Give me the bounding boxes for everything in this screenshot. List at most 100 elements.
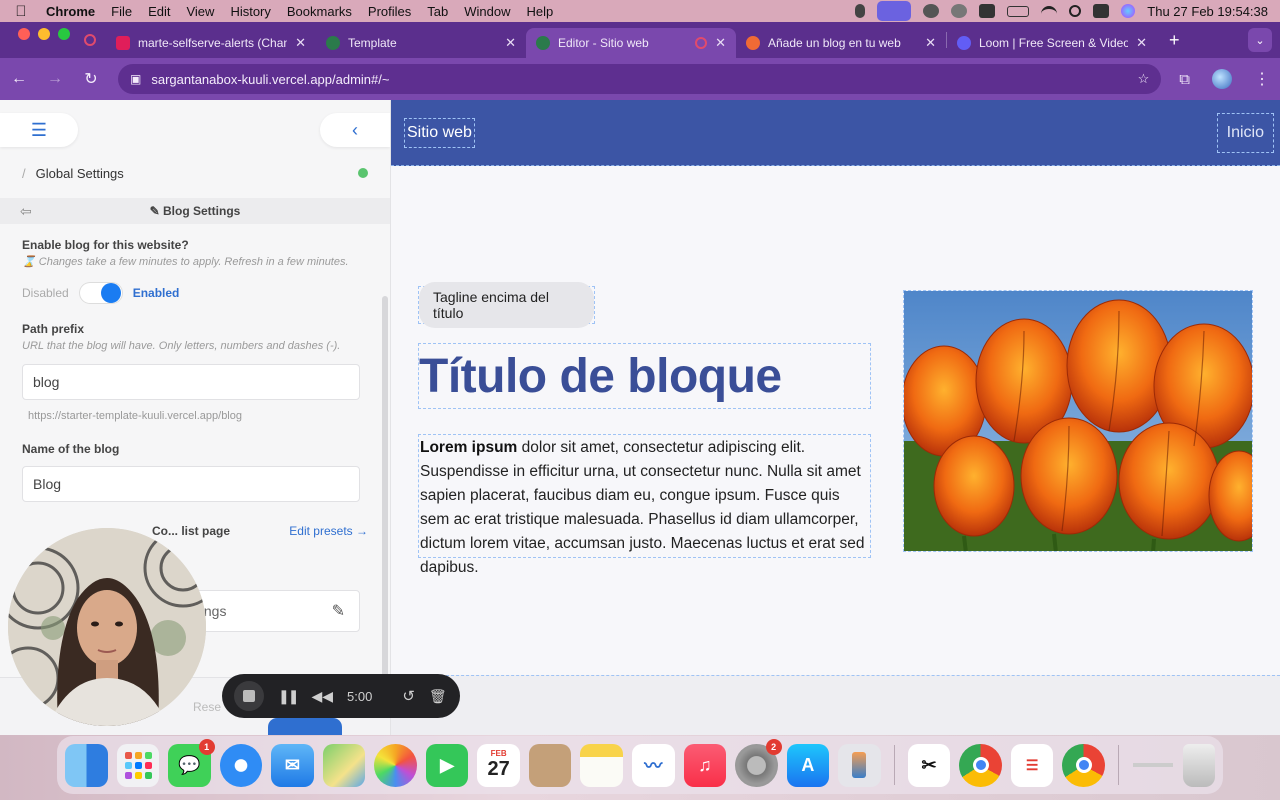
pencil-edit-icon[interactable]: ✎: [332, 601, 345, 621]
finder-icon[interactable]: [65, 743, 108, 787]
menu-file[interactable]: File: [103, 4, 140, 19]
close-window-button[interactable]: [18, 28, 30, 40]
mail-icon[interactable]: ✉: [271, 743, 314, 787]
article-favicon-icon: [746, 36, 760, 50]
tulips-image[interactable]: [903, 290, 1253, 552]
pause-icon[interactable]: ❚❚: [278, 688, 300, 705]
stop-recording-button[interactable]: [234, 681, 264, 711]
safari-icon[interactable]: [219, 743, 263, 787]
blog-name-input[interactable]: Blog: [22, 466, 360, 502]
menu-app-name[interactable]: Chrome: [42, 4, 103, 19]
recording-controls: ❚❚ ◀◀ 5:00 ↺ 🗑: [222, 674, 460, 718]
menu-help[interactable]: Help: [519, 4, 562, 19]
trash-can-icon[interactable]: [1183, 743, 1216, 787]
restart-icon[interactable]: ↺: [402, 687, 415, 705]
back-arrow-icon[interactable]: ←: [10, 70, 28, 88]
nav-inicio[interactable]: Inicio: [1216, 112, 1274, 153]
search-icon[interactable]: [1069, 5, 1082, 17]
notes-icon[interactable]: [580, 743, 624, 787]
chrome-icon[interactable]: [959, 743, 1002, 787]
zoom-window-button[interactable]: [58, 28, 70, 40]
tab-template[interactable]: Template ✕: [316, 28, 526, 58]
avatar-menubar-icon[interactable]: [951, 4, 968, 18]
close-tab-icon[interactable]: ✕: [505, 35, 516, 51]
hamburger-menu-button[interactable]: ☰: [0, 113, 78, 147]
breadcrumb-global-settings[interactable]: Global Settings: [36, 166, 124, 181]
menu-window[interactable]: Window: [456, 4, 518, 19]
back-icon[interactable]: ⇦: [20, 203, 40, 220]
freeform-icon[interactable]: 〰: [632, 743, 675, 787]
recording-tab-icon[interactable]: [84, 34, 96, 46]
app-store-icon[interactable]: A: [786, 743, 830, 787]
address-bar[interactable]: ▣ sargantanabox-kuuli.vercel.app/admin#/…: [118, 64, 1162, 94]
music-icon[interactable]: ♫: [683, 743, 727, 787]
tab-slack[interactable]: marte-selfserve-alerts (Chan ✕: [106, 28, 316, 58]
control-center-icon[interactable]: [1093, 4, 1110, 18]
close-tab-icon[interactable]: ✕: [715, 35, 726, 51]
enable-blog-label: Enable blog for this website?: [22, 238, 189, 252]
bookmark-star-icon[interactable]: ☆: [1138, 71, 1150, 87]
menu-view[interactable]: View: [178, 4, 222, 19]
tab-search-button[interactable]: ⌄: [1248, 28, 1272, 52]
path-prefix-input[interactable]: blog: [22, 364, 360, 400]
profile-avatar[interactable]: [1212, 69, 1232, 89]
close-tab-icon[interactable]: ✕: [1136, 35, 1147, 51]
trash-icon[interactable]: 🗑: [429, 688, 447, 705]
tab-loom[interactable]: Loom | Free Screen & Video R ✕: [947, 28, 1157, 58]
forward-arrow-icon[interactable]: →: [46, 70, 64, 88]
reload-icon[interactable]: ↻: [82, 69, 100, 89]
tab-editor[interactable]: Editor - Sitio web ✕: [526, 28, 736, 58]
screen-share-icon[interactable]: [877, 1, 912, 21]
block-body-text[interactable]: Lorem ipsum dolor sit amet, consectetur …: [418, 434, 871, 576]
block-headline[interactable]: Título de bloque: [418, 343, 871, 409]
more-menu-icon[interactable]: ⋮: [1254, 69, 1270, 89]
webcam-bubble[interactable]: [8, 528, 206, 726]
messages-icon[interactable]: 💬 1: [168, 738, 215, 787]
blog-url-preview: https://starter-template-kuuli.vercel.ap…: [28, 410, 242, 422]
menubar-clock[interactable]: Thu 27 Feb 19:54:38: [1147, 4, 1268, 19]
toggle-on-label: Enabled: [132, 286, 180, 300]
site-title[interactable]: Sitio web: [404, 117, 475, 148]
contacts-icon[interactable]: [528, 743, 572, 787]
menu-tab[interactable]: Tab: [419, 4, 456, 19]
iphone-mirroring-icon[interactable]: [838, 743, 881, 787]
reminders-icon[interactable]: ☰: [1010, 743, 1054, 787]
chrome-profile-icon[interactable]: [1062, 743, 1105, 787]
menu-edit[interactable]: Edit: [140, 4, 178, 19]
photos-icon[interactable]: [374, 743, 417, 787]
site-info-icon[interactable]: ▣: [130, 72, 141, 86]
minimized-window-icon[interactable]: [1132, 744, 1175, 787]
wifi-icon[interactable]: [1041, 6, 1058, 16]
collapse-panel-button[interactable]: ‹: [320, 113, 390, 147]
menu-bookmarks[interactable]: Bookmarks: [279, 4, 360, 19]
toggle-knob: [100, 283, 121, 303]
siri-icon[interactable]: [1121, 4, 1136, 18]
tagline-text: Tagline encima del título: [419, 282, 594, 328]
tab-blog-article[interactable]: Añade un blog en tu web ✕: [736, 28, 946, 58]
new-tab-button[interactable]: +: [1157, 30, 1192, 51]
creative-cloud-icon[interactable]: [923, 4, 940, 18]
maps-icon[interactable]: [322, 743, 366, 787]
panel-scrollbar[interactable]: [382, 296, 388, 735]
tagline-block[interactable]: Tagline encima del título: [418, 282, 595, 328]
minimize-window-button[interactable]: [38, 28, 50, 40]
menu-history[interactable]: History: [222, 4, 278, 19]
reset-button[interactable]: Rese: [193, 700, 221, 714]
keyboard-icon[interactable]: [979, 4, 996, 18]
save-button[interactable]: [268, 718, 342, 735]
capcut-icon[interactable]: ✂: [907, 743, 951, 787]
extensions-puzzle-icon[interactable]: ⧉: [1179, 71, 1190, 88]
microphone-icon[interactable]: [855, 4, 866, 18]
apple-icon[interactable]: : [0, 3, 42, 20]
launchpad-icon[interactable]: [116, 743, 160, 787]
system-settings-icon[interactable]: 2: [735, 738, 782, 787]
enable-blog-toggle[interactable]: [78, 282, 123, 304]
rewind-icon[interactable]: ◀◀: [311, 688, 333, 705]
edit-presets-link[interactable]: Edit presets →: [289, 524, 368, 538]
close-tab-icon[interactable]: ✕: [295, 35, 306, 51]
menu-profiles[interactable]: Profiles: [360, 4, 419, 19]
facetime-icon[interactable]: ▶: [425, 743, 469, 787]
calendar-icon[interactable]: FEB 27: [477, 743, 520, 787]
url-text[interactable]: sargantanabox-kuuli.vercel.app/admin#/~: [151, 72, 1127, 87]
close-tab-icon[interactable]: ✕: [925, 35, 936, 51]
